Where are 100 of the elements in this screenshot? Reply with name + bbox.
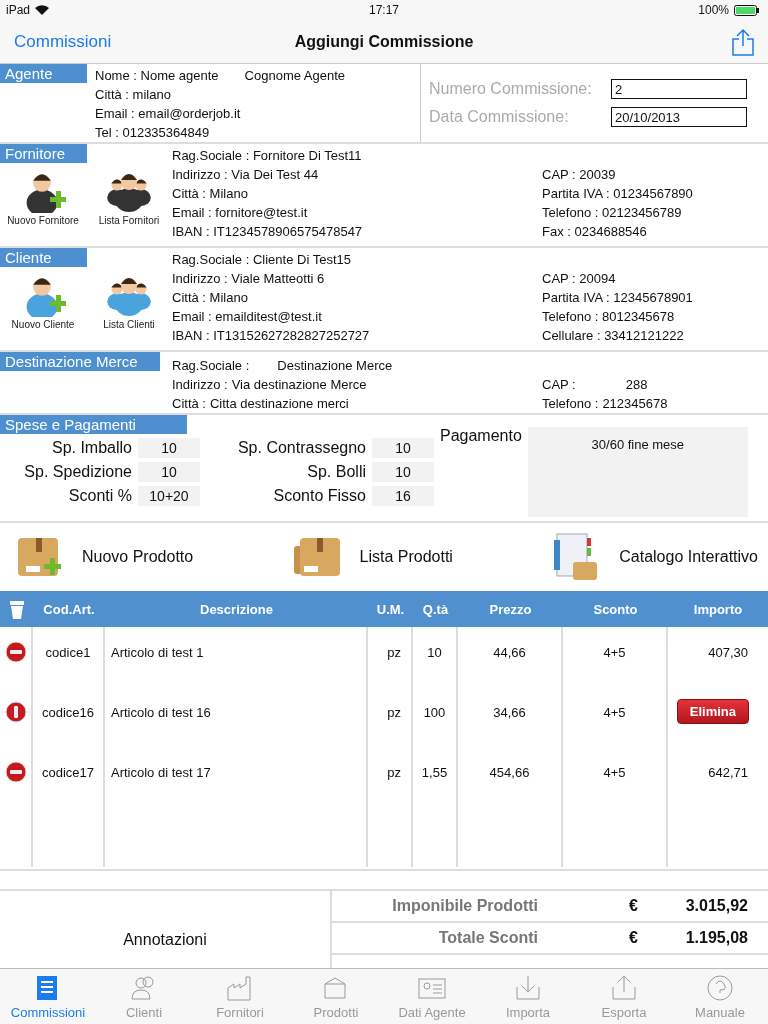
column-header: Importo (692, 601, 744, 617)
detail-line: Email : fornitore@test.it (172, 204, 309, 222)
back-button[interactable]: Commissioni (14, 31, 154, 52)
battery-icon (734, 4, 762, 16)
table-cell-text: 407,30 (707, 644, 749, 662)
section-header: Spese e Pagamenti (0, 415, 187, 434)
list-button[interactable]: Lista Fornitori (86, 167, 172, 226)
table-cell: pz (368, 627, 413, 687)
expense-value: 10 (372, 438, 434, 458)
table-cell: 4+5 (563, 627, 668, 687)
column-header: U.M. (375, 601, 406, 617)
table-cell: Articolo di test 16 (105, 687, 368, 747)
total-label: Imponibile Prodotti (391, 897, 538, 915)
field-label: Data Commissione: (429, 108, 570, 126)
detail-line: IBAN : IT13152627282827252727 (172, 327, 371, 345)
table-cell: 4+5 (563, 747, 668, 807)
detail-line: CAP : 288 (542, 376, 649, 394)
detail-line: Telefono : 212345678 (542, 395, 668, 413)
delete-icon[interactable] (4, 641, 27, 663)
section-header: Cliente (0, 248, 87, 267)
detail-line: Rag.Sociale : Fornitore Di Test11 (172, 147, 363, 165)
product-list-button[interactable]: Lista Prodotti (291, 532, 453, 582)
detail-line: Telefono : 02123456789 (542, 204, 683, 222)
column-header: Q.tà (421, 601, 450, 617)
expense-label: Sp. Contrassegno (236, 439, 366, 457)
total-value: 1.195,08 (684, 929, 749, 947)
detail-line: Partita IVA : 12345678901 (542, 289, 693, 307)
agent-detail: Tel : 012335364849 (95, 124, 211, 142)
total-value: 3.015,92 (684, 897, 749, 915)
table-cell: pz (368, 687, 413, 747)
add-button[interactable]: Nuovo Cliente (0, 271, 86, 330)
download-icon (513, 973, 543, 1003)
expense-label: Sconto Fisso (272, 487, 366, 505)
agent-name: Nome : Nome agente (95, 67, 219, 85)
delete-icon[interactable] (4, 701, 27, 723)
table-cell: 1,55 (413, 747, 458, 807)
delete-icon[interactable] (4, 761, 27, 783)
field-label: Numero Commissione: (429, 80, 593, 98)
currency: € (628, 897, 638, 915)
column-header: Sconto (592, 601, 639, 617)
list-button[interactable]: Lista Clienti (86, 271, 172, 330)
add-button[interactable]: Nuovo Fornitore (0, 167, 86, 226)
table-cell: 100 (413, 687, 458, 747)
section-header: Fornitore (0, 144, 87, 163)
detail-line: Indirizzo : Via Dei Test 44 (172, 166, 320, 184)
expense-value: 10 (138, 462, 200, 482)
detail-line: Rag.Sociale : Destinazione Merce (172, 357, 394, 375)
section-header: Destinazione Merce (0, 352, 160, 371)
expense-value: 10 (138, 438, 200, 458)
total-label: Totale Sconti (437, 929, 538, 947)
wifi-icon (35, 5, 50, 15)
device-name: iPad (6, 3, 31, 17)
column-header: Prezzo (488, 601, 533, 617)
detail-line: IBAN : IT1234578906575478547 (172, 223, 364, 241)
detail-line: Città : Citta destinazione merci (172, 395, 350, 413)
table-cell: 34,66 (458, 687, 563, 747)
currency: € (628, 929, 638, 947)
table-cell: Articolo di test 1 (105, 627, 368, 687)
agent-detail: Città : milano (95, 86, 172, 104)
expense-value: 10+20 (138, 486, 200, 506)
detail-line: Partita IVA : 01234567890 (542, 185, 693, 203)
payment-field[interactable]: 30/60 fine mese (527, 427, 748, 517)
expense-label: Sp. Bolli (306, 463, 366, 481)
agent-detail: Email : email@orderjob.it (95, 105, 242, 123)
clock: 17:17 (369, 3, 399, 17)
detail-line: CAP : 20039 (542, 166, 617, 184)
agent-surname: Cognome Agente (244, 67, 346, 85)
expense-value: 16 (372, 486, 434, 506)
table-cell: Articolo di test 17 (105, 747, 368, 807)
delete-button[interactable]: Elimina (676, 699, 749, 724)
table-cell: pz (368, 747, 413, 807)
table-cell-text: 642,71 (707, 764, 749, 782)
expense-label: Sp. Imballo (50, 439, 132, 457)
table-cell: codice16 (33, 687, 105, 747)
help-icon (705, 973, 735, 1003)
battery-percent: 100% (698, 3, 729, 17)
add-product-button[interactable]: Nuovo Prodotto (14, 532, 194, 582)
detail-line: Città : Milano (172, 289, 249, 307)
input-field[interactable]: 20/10/2013 (611, 107, 747, 127)
table-cell: codice1 (33, 627, 105, 687)
notes-label[interactable]: Annotazioni (0, 891, 330, 968)
expense-label: Sconti % (67, 487, 132, 505)
section-header: Agente (0, 64, 87, 83)
input-field[interactable]: 2 (611, 79, 747, 99)
detail-line: Telefono : 8012345678 (542, 308, 676, 326)
tab[interactable]: Commissioni (0, 969, 96, 1024)
column-header: Cod.Art. (42, 601, 96, 617)
payment-label: Pagamento (440, 427, 522, 446)
catalog-button[interactable]: Catalogo Interattivo (551, 532, 758, 582)
detail-line: Città : Milano (172, 185, 249, 203)
detail-line: Indirizzo : Viale Matteotti 6 (172, 270, 326, 288)
column-header: Descrizione (199, 601, 274, 617)
table-cell: 44,66 (458, 627, 563, 687)
table-cell: 454,66 (458, 747, 563, 807)
detail-line: CAP : 20094 (542, 270, 617, 288)
table-cell: codice17 (33, 747, 105, 807)
screen-title: Aggiungi Commissione (294, 32, 474, 51)
detail-line: Cellulare : 33412121222 (542, 327, 685, 345)
share-icon[interactable] (732, 27, 754, 56)
table-cell: 4+5 (563, 687, 668, 747)
